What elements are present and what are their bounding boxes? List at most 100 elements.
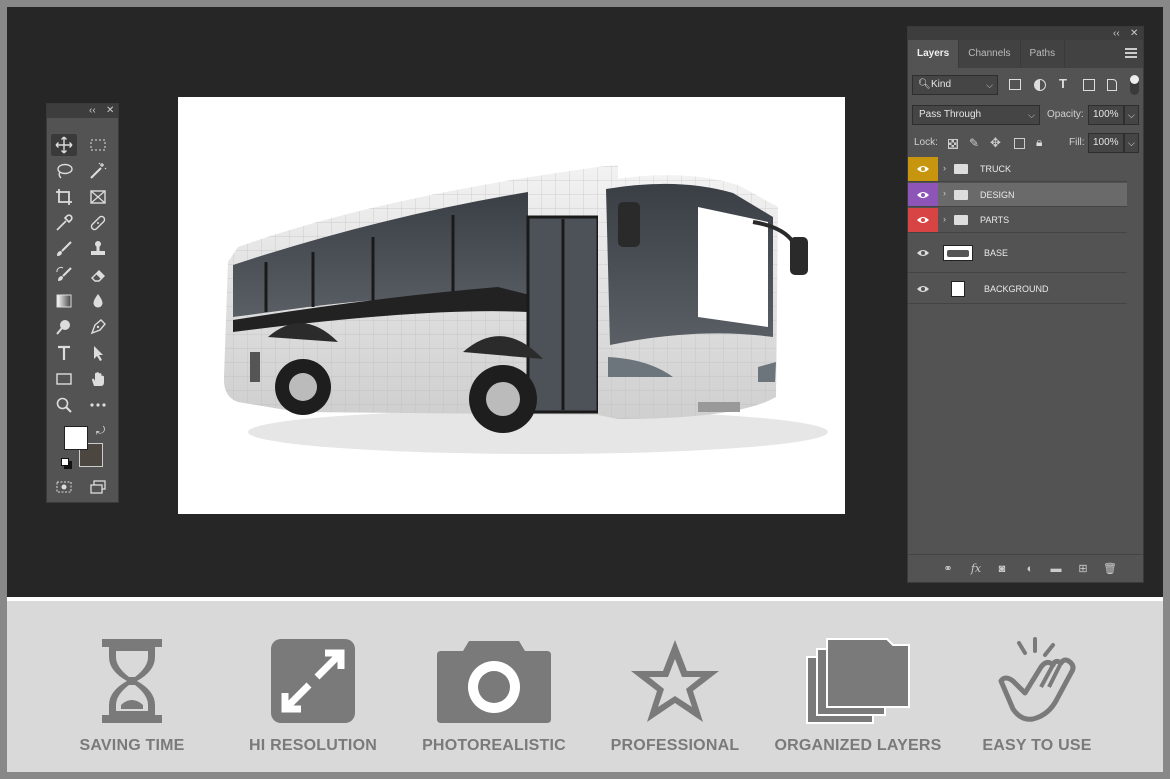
lock-all-icon[interactable]: 🔒︎ xyxy=(1036,135,1042,150)
lock-transparency-icon[interactable] xyxy=(948,139,958,149)
tab-layers[interactable]: Layers xyxy=(908,40,960,68)
feature-label: HI RESOLUTION xyxy=(249,737,377,754)
filter-shape-icon[interactable] xyxy=(1083,79,1095,91)
filter-adjustment-icon[interactable] xyxy=(1034,79,1046,91)
screen-mode-icon[interactable] xyxy=(85,476,111,498)
zoom-tool-icon[interactable] xyxy=(51,394,77,416)
layers-panel-header[interactable]: ‹‹ ✕ xyxy=(908,27,1143,40)
layer-thumbnail xyxy=(943,245,973,261)
lasso-tool-icon[interactable] xyxy=(51,160,77,182)
marquee-tool-icon[interactable] xyxy=(85,134,111,156)
swap-colors-icon[interactable]: ⤾ xyxy=(96,425,105,438)
layer-row-background[interactable]: BACKGROUND xyxy=(908,274,1127,304)
feature-label: PROFESSIONAL xyxy=(610,737,740,754)
collapse-icon[interactable]: ‹‹ xyxy=(1113,27,1120,40)
filter-type-icon[interactable]: T xyxy=(1059,76,1067,91)
foreground-color-swatch-top[interactable] xyxy=(64,426,88,450)
fill-dropdown[interactable]: ⌵ xyxy=(1124,133,1139,153)
frame-tool-icon[interactable] xyxy=(85,186,111,208)
layers-footer: ⚭ fx ◙ ◐ ▬ ⊞ 🗑︎ xyxy=(908,554,1143,582)
adjustment-icon[interactable]: ◐ xyxy=(1022,561,1038,577)
panel-menu-icon[interactable] xyxy=(1125,48,1137,58)
eye-icon[interactable] xyxy=(908,157,938,181)
layer-row-base[interactable]: BASE xyxy=(908,233,1127,273)
filter-toggle[interactable] xyxy=(1130,75,1139,95)
feature-label: PHOTOREALISTIC xyxy=(422,737,566,754)
close-icon[interactable]: ✕ xyxy=(106,104,114,118)
feature-saving-time: SAVING TIME xyxy=(47,637,217,754)
collapse-icon[interactable]: ‹‹ xyxy=(89,104,96,118)
chevron-down-icon: ⌵ xyxy=(1028,110,1035,120)
brush-tool-icon[interactable] xyxy=(51,238,77,260)
feature-easy-to-use: EASY TO USE xyxy=(952,637,1122,754)
layer-row-parts[interactable]: › PARTS xyxy=(908,208,1127,233)
eyedropper-tool-icon[interactable] xyxy=(51,212,77,234)
opacity-input[interactable]: 100% xyxy=(1088,105,1124,125)
opacity-dropdown[interactable]: ⌵ xyxy=(1124,105,1139,125)
feature-hi-resolution: HI RESOLUTION xyxy=(228,637,398,754)
chevron-right-icon[interactable]: › xyxy=(943,214,946,224)
eraser-tool-icon[interactable] xyxy=(85,264,111,286)
eye-icon[interactable] xyxy=(908,274,938,303)
link-icon[interactable]: ⚭ xyxy=(940,561,956,577)
mask-icon[interactable]: ◙ xyxy=(994,561,1010,577)
feature-label: ORGANIZED LAYERS xyxy=(774,737,942,754)
stamp-tool-icon[interactable] xyxy=(85,238,111,260)
filter-smart-object-icon[interactable] xyxy=(1107,79,1117,91)
opacity-label: Opacity: xyxy=(1047,109,1084,120)
rectangle-tool-icon[interactable] xyxy=(51,368,77,390)
toolbox-header[interactable]: ‹‹ ✕ xyxy=(47,104,118,118)
document-canvas[interactable] xyxy=(178,97,845,514)
feature-organized-layers: ORGANIZED LAYERS xyxy=(773,637,943,754)
history-brush-tool-icon[interactable] xyxy=(51,264,77,286)
new-layer-icon[interactable]: ⊞ xyxy=(1075,561,1091,577)
eye-icon[interactable] xyxy=(908,183,938,206)
layer-row-design[interactable]: › DESIGN xyxy=(908,183,1127,207)
type-tool-icon[interactable] xyxy=(51,342,77,364)
hand-tool-icon[interactable] xyxy=(85,368,111,390)
dodge-tool-icon[interactable] xyxy=(51,316,77,338)
tab-channels[interactable]: Channels xyxy=(959,40,1021,68)
star-icon xyxy=(631,640,719,722)
crop-tool-icon[interactable] xyxy=(51,186,77,208)
filter-pixel-icon[interactable] xyxy=(1009,79,1021,90)
blur-tool-icon[interactable] xyxy=(85,290,111,312)
lock-pixels-icon[interactable]: ✎ xyxy=(969,136,979,150)
blend-mode-select[interactable]: Pass Through ⌵ xyxy=(912,105,1040,125)
eye-icon[interactable] xyxy=(908,233,938,272)
pen-tool-icon[interactable] xyxy=(85,316,111,338)
default-colors-icon[interactable] xyxy=(61,458,69,466)
layers-panel: ‹‹ ✕ Layers Channels Paths 🔍︎ Kind ⌵ T P… xyxy=(907,26,1144,583)
folder-icon[interactable]: ▬ xyxy=(1048,561,1064,577)
hourglass-icon xyxy=(102,639,162,723)
kind-filter-select[interactable]: 🔍︎ Kind ⌵ xyxy=(912,75,998,95)
layer-name: PARTS xyxy=(980,215,1010,225)
healing-tool-icon[interactable] xyxy=(85,212,111,234)
close-icon[interactable]: ✕ xyxy=(1130,27,1138,40)
fx-icon[interactable]: fx xyxy=(968,561,984,577)
camera-icon xyxy=(437,641,551,723)
gradient-tool-icon[interactable] xyxy=(51,290,77,312)
trash-icon[interactable]: 🗑︎ xyxy=(1102,561,1118,577)
layer-name: BASE xyxy=(984,247,1009,258)
lock-artboard-icon[interactable] xyxy=(1014,138,1025,149)
chevron-down-icon: ⌵ xyxy=(986,80,993,90)
feature-photorealistic: PHOTOREALISTIC xyxy=(409,637,579,754)
lock-position-icon[interactable]: ✥ xyxy=(990,135,1001,151)
eye-icon[interactable] xyxy=(908,208,938,232)
tab-paths[interactable]: Paths xyxy=(1021,40,1066,68)
feature-professional: PROFESSIONAL xyxy=(590,637,760,754)
path-selection-tool-icon[interactable] xyxy=(85,342,111,364)
fill-input[interactable]: 100% xyxy=(1088,133,1124,153)
lock-row: Lock: ✎ ✥ 🔒︎ Fill: 100% ⌵ xyxy=(908,131,1143,155)
move-tool-icon[interactable] xyxy=(51,134,77,156)
chevron-right-icon[interactable]: › xyxy=(943,188,946,198)
more-tools-icon[interactable] xyxy=(85,394,111,416)
chevron-right-icon[interactable]: › xyxy=(943,163,946,173)
folder-icon xyxy=(954,215,968,225)
features-strip: SAVING TIME HI RESOLUTION PHOTOREALISTIC… xyxy=(7,601,1163,772)
magic-wand-tool-icon[interactable] xyxy=(85,160,111,182)
layer-row-truck[interactable]: › TRUCK xyxy=(908,157,1127,182)
layer-name: DESIGN xyxy=(980,189,1015,200)
quick-mask-icon[interactable] xyxy=(51,476,77,498)
